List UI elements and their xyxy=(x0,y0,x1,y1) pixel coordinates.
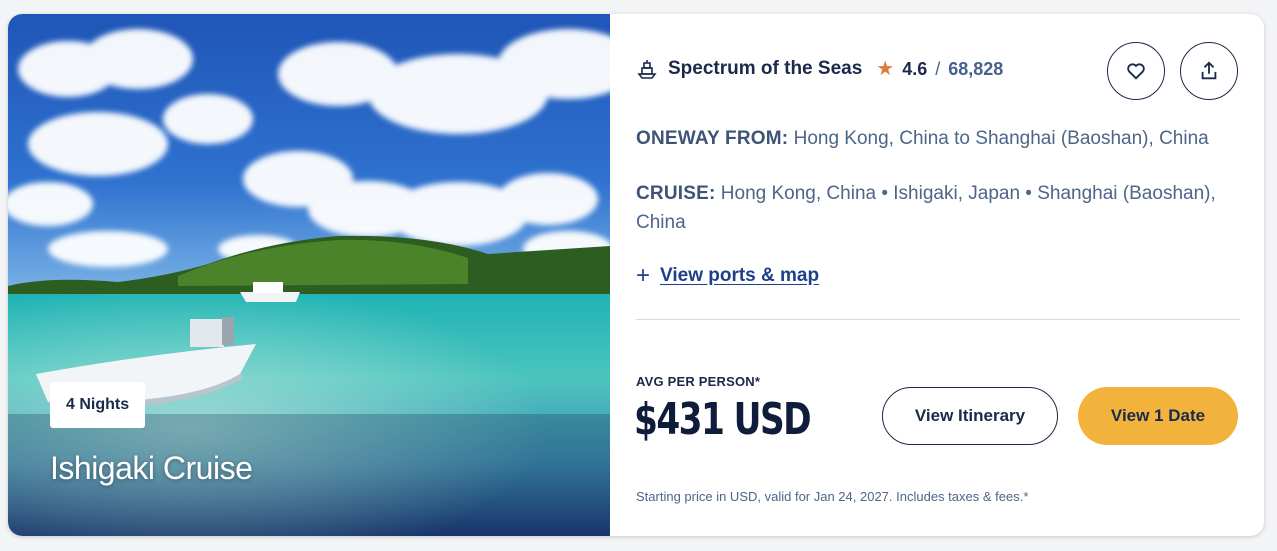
oneway-route: ONEWAY FROM: Hong Kong, China to Shangha… xyxy=(636,124,1246,153)
oneway-label: ONEWAY FROM: xyxy=(636,128,789,149)
cruise-route: CRUISE: Hong Kong, China • Ishigaki, Jap… xyxy=(636,179,1246,237)
view-ports-link[interactable]: + View ports & map xyxy=(636,264,819,288)
rating-value: 4.6 xyxy=(902,58,928,79)
heart-icon xyxy=(1127,63,1145,80)
cruise-value: Hong Kong, China • Ishigaki, Japan • Sha… xyxy=(636,183,1216,233)
price: $431 USD xyxy=(634,394,812,445)
view-dates-button[interactable]: View 1 Date xyxy=(1078,387,1238,445)
ship-icon xyxy=(636,58,658,80)
ship-row: Spectrum of the Seas ★ 4.6 / 68,828 xyxy=(636,56,1003,82)
cruise-label: CRUISE: xyxy=(636,183,716,204)
cruise-card: 4 Nights Ishigaki Cruise Spectrum of the… xyxy=(8,14,1264,536)
share-icon xyxy=(1201,61,1217,80)
oneway-value: Hong Kong, China to Shanghai (Baoshan), … xyxy=(793,128,1209,149)
divider xyxy=(636,319,1240,320)
review-count[interactable]: 68,828 xyxy=(948,59,1003,80)
nights-badge: 4 Nights xyxy=(50,382,146,428)
view-itinerary-button[interactable]: View Itinerary xyxy=(882,387,1058,445)
avg-price-label: AVG PER PERSON* xyxy=(636,374,761,389)
rating-separator: / xyxy=(935,58,941,79)
cruise-info: Spectrum of the Seas ★ 4.6 / 68,828 ONEW… xyxy=(610,14,1264,536)
star-icon: ★ xyxy=(876,58,895,80)
plus-icon: + xyxy=(636,262,651,289)
share-button[interactable] xyxy=(1180,42,1238,100)
view-ports-label[interactable]: View ports & map xyxy=(660,265,819,287)
cruise-image[interactable]: 4 Nights Ishigaki Cruise xyxy=(8,14,610,536)
cruise-title: Ishigaki Cruise xyxy=(50,450,253,486)
favorite-button[interactable] xyxy=(1107,42,1165,100)
price-disclaimer: Starting price in USD, valid for Jan 24,… xyxy=(636,489,1029,504)
ship-name: Spectrum of the Seas xyxy=(668,58,863,79)
